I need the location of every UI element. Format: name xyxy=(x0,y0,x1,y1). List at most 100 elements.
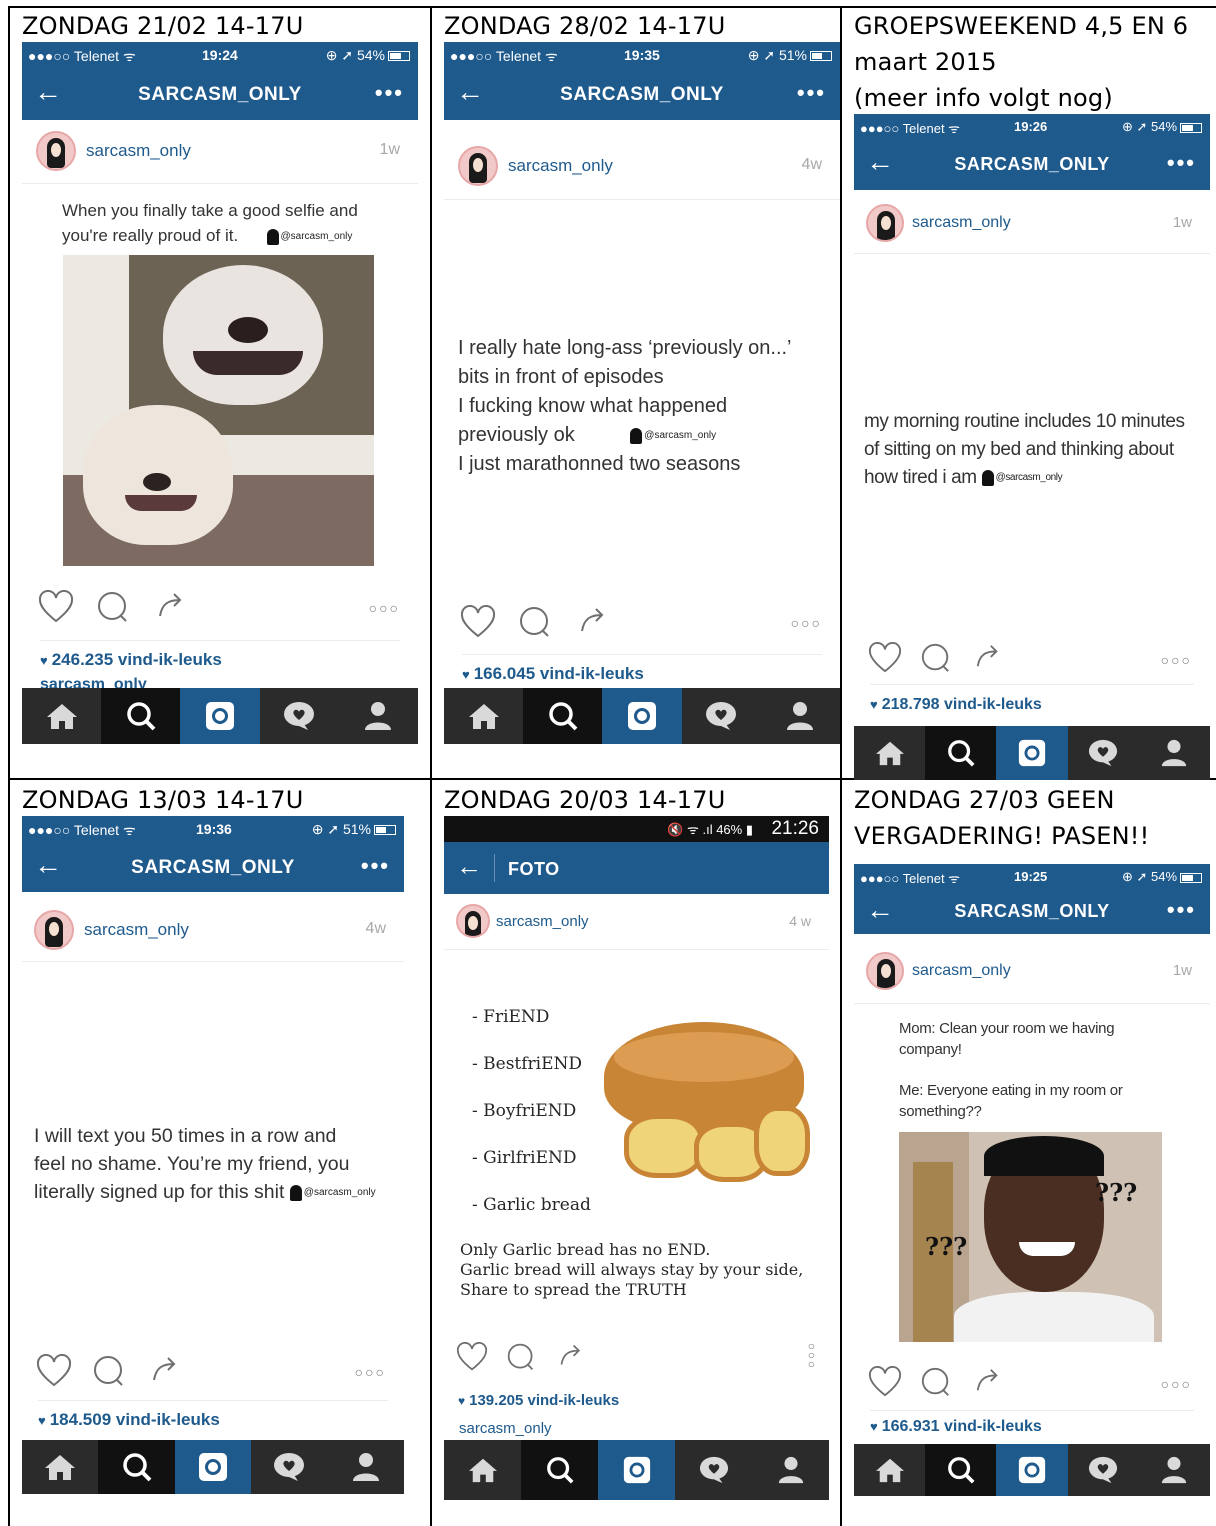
tab-home[interactable] xyxy=(22,1440,98,1494)
avatar[interactable] xyxy=(458,146,498,186)
tab-profile[interactable] xyxy=(752,1440,829,1500)
heart-small-icon: ♥ xyxy=(870,1419,878,1434)
share-icon[interactable] xyxy=(558,1342,584,1368)
more-icon[interactable]: ○○○ xyxy=(1161,1376,1192,1392)
tab-search[interactable] xyxy=(98,1440,175,1494)
comment-icon[interactable] xyxy=(518,605,552,639)
watermark: @sarcasm_only xyxy=(644,430,717,442)
more-options-icon[interactable]: ••• xyxy=(797,80,826,106)
home-icon xyxy=(875,741,904,766)
cell-caption: ZONDAG 21/02 14-17U xyxy=(22,12,304,40)
tab-search[interactable] xyxy=(101,688,181,744)
heart-icon[interactable] xyxy=(868,1366,902,1398)
share-icon[interactable] xyxy=(150,1354,180,1384)
comment-icon[interactable] xyxy=(506,1342,536,1372)
more-vertical-icon[interactable]: ○ ○ ○ xyxy=(808,1340,815,1370)
back-arrow-icon[interactable]: ← xyxy=(456,853,482,879)
tab-home[interactable] xyxy=(854,726,925,780)
activity-bubble-icon xyxy=(1089,739,1118,767)
heart-icon[interactable] xyxy=(456,1342,488,1372)
comment-icon[interactable] xyxy=(96,590,130,624)
share-icon[interactable] xyxy=(974,642,1002,670)
post-header: sarcasm_only 1w xyxy=(22,120,418,184)
avatar[interactable] xyxy=(456,904,490,938)
more-icon[interactable]: ○○○ xyxy=(369,600,400,616)
share-icon[interactable] xyxy=(156,590,186,620)
username-link[interactable]: sarcasm_only xyxy=(86,141,191,161)
likes-count[interactable]: ♥ 218.798 vind-ik-leuks xyxy=(870,696,1042,714)
home-icon xyxy=(875,1458,904,1483)
tab-profile[interactable] xyxy=(1139,726,1210,780)
post-actions: ○○○ xyxy=(22,590,418,630)
carrier-label: ●●●○○ Telenet ᯤ xyxy=(28,822,136,838)
username-link[interactable]: sarcasm_only xyxy=(912,962,1011,980)
tab-camera[interactable] xyxy=(602,688,682,744)
tab-home[interactable] xyxy=(444,688,523,744)
tab-search[interactable] xyxy=(925,726,997,780)
tab-home[interactable] xyxy=(444,1440,521,1500)
post-text: When you finally take a good selfie and … xyxy=(62,198,358,249)
avatar[interactable] xyxy=(36,131,76,171)
heart-icon[interactable] xyxy=(38,590,74,624)
share-icon[interactable] xyxy=(974,1366,1002,1394)
tab-activity[interactable] xyxy=(682,688,761,744)
more-options-icon[interactable]: ••• xyxy=(1167,897,1196,923)
more-options-icon[interactable]: ••• xyxy=(375,80,404,106)
tab-profile[interactable] xyxy=(328,1440,404,1494)
tab-search[interactable] xyxy=(523,688,603,744)
tab-home[interactable] xyxy=(22,688,101,744)
likes-count[interactable]: ♥ 246.235 vind-ik-leuks xyxy=(40,650,222,670)
avatar[interactable] xyxy=(866,204,904,242)
likes-count[interactable]: ♥ 139.205 vind-ik-leuks xyxy=(458,1392,619,1409)
text-line: you're really proud of it. @sarcasm_only xyxy=(62,226,353,245)
tab-camera[interactable] xyxy=(996,726,1068,780)
tab-camera[interactable] xyxy=(174,1440,252,1494)
more-options-icon[interactable]: ••• xyxy=(1167,150,1196,176)
more-icon[interactable]: ○○○ xyxy=(791,615,822,631)
tab-activity[interactable] xyxy=(251,1440,327,1494)
activity-bubble-icon xyxy=(699,1456,728,1484)
tab-camera[interactable] xyxy=(180,688,260,744)
footer-line: Share to spread the TRUTH xyxy=(460,1280,687,1299)
tab-search[interactable] xyxy=(521,1440,598,1500)
heart-icon[interactable] xyxy=(36,1354,72,1388)
heart-icon[interactable] xyxy=(868,642,902,674)
avatar[interactable] xyxy=(866,952,904,990)
username-link[interactable]: sarcasm_only xyxy=(508,156,613,176)
tab-search[interactable] xyxy=(925,1444,997,1496)
tab-home[interactable] xyxy=(854,1444,925,1496)
username-link[interactable]: sarcasm_only xyxy=(912,214,1011,232)
avatar[interactable] xyxy=(34,910,74,950)
tab-profile[interactable] xyxy=(761,688,840,744)
text-line: Mom: Clean your room we having xyxy=(899,1020,1115,1037)
watermark: @sarcasm_only xyxy=(303,1186,376,1198)
more-icon[interactable]: ○○○ xyxy=(355,1364,386,1380)
tab-activity[interactable] xyxy=(675,1440,752,1500)
more-options-icon[interactable]: ••• xyxy=(361,853,390,879)
likes-count[interactable]: ♥ 166.045 vind-ik-leuks xyxy=(462,664,644,684)
tab-camera[interactable] xyxy=(598,1440,675,1500)
comment-icon[interactable] xyxy=(920,1366,952,1398)
tab-activity[interactable] xyxy=(1068,726,1139,780)
more-icon[interactable]: ○○○ xyxy=(1161,652,1192,668)
text-line: I will text you 50 times in a row and xyxy=(34,1125,337,1147)
post-age: 1w xyxy=(379,141,400,158)
tab-camera[interactable] xyxy=(996,1444,1068,1496)
caption-username[interactable]: sarcasm_only xyxy=(459,1420,552,1437)
tab-activity[interactable] xyxy=(260,688,339,744)
comment-icon[interactable] xyxy=(920,642,952,674)
comment-icon[interactable] xyxy=(92,1354,126,1388)
nav-bar: ← SARCASM_ONLY ••• xyxy=(22,68,418,120)
username-link[interactable]: sarcasm_only xyxy=(84,920,189,940)
tab-activity[interactable] xyxy=(1068,1444,1139,1496)
likes-count[interactable]: ♥ 166.931 vind-ik-leuks xyxy=(870,1418,1042,1436)
status-bar: ●●●○○ Telenet ᯤ 19:35 ⊕ ➚ 51% xyxy=(444,42,840,68)
share-icon[interactable] xyxy=(578,605,608,635)
tab-profile[interactable] xyxy=(339,688,418,744)
username-link[interactable]: sarcasm_only xyxy=(496,913,589,930)
tab-profile[interactable] xyxy=(1139,1444,1210,1496)
divider xyxy=(38,1400,388,1401)
likes-count[interactable]: ♥ 184.509 vind-ik-leuks xyxy=(38,1410,220,1430)
heart-icon[interactable] xyxy=(460,605,496,639)
status-bar: ●●●○○ Telenet ᯤ 19:25 ⊕ ➚ 54% xyxy=(854,864,1210,888)
